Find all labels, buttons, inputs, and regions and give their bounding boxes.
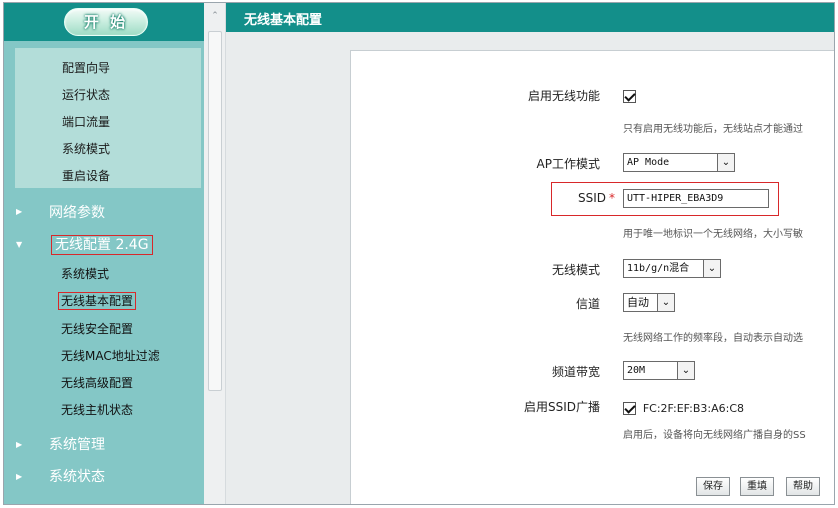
bandwidth-label: 频道带宽 (551, 365, 600, 379)
ssid-input[interactable]: UTT-HIPER_EBA3D9 (623, 189, 769, 208)
triangle-down-icon: ▼ (16, 240, 23, 249)
start-button[interactable]: 开 始 (64, 8, 148, 36)
save-button[interactable]: 保存 (696, 477, 730, 496)
chevron-up-icon[interactable]: ⌃ (208, 9, 222, 23)
sidebar-item-wireless-advanced[interactable]: 无线高级配置 (61, 374, 133, 391)
channel-select[interactable]: 自动 ⌄ (623, 293, 675, 315)
menu-item-reboot-device[interactable]: 重启设备 (62, 167, 110, 184)
bandwidth-value: 20M (627, 365, 646, 376)
nav-group-system-status-label: 系统状态 (49, 469, 105, 485)
enable-wireless-checkbox[interactable] (623, 89, 636, 103)
nav-group-system-status[interactable]: 系统状态 (49, 466, 105, 486)
wireless-mode-label: 无线模式 (551, 263, 600, 277)
router-admin-window: 开 始 配置向导 运行状态 端口流量 系统模式 重启设备 ▶ 网络参数 ▼ 无线… (3, 2, 835, 505)
sidebar-item-wireless-security[interactable]: 无线安全配置 (61, 320, 133, 337)
reset-button[interactable]: 重填 (740, 477, 774, 496)
triangle-right-icon: ▶ (16, 472, 23, 481)
nav-group-system-mgmt[interactable]: 系统管理 (49, 434, 105, 454)
sidebar-item-wireless-basic[interactable]: 无线基本配置 (58, 292, 137, 310)
triangle-right-icon: ▶ (16, 207, 23, 216)
nav-group-system-mgmt-label: 系统管理 (49, 437, 105, 453)
ssid-label-text: SSID (577, 191, 606, 205)
start-bar: 开 始 (4, 3, 204, 41)
sidebar: 开 始 配置向导 运行状态 端口流量 系统模式 重启设备 ▶ 网络参数 ▼ 无线… (4, 3, 204, 504)
nav-group-wireless-label: 无线配置 2.4G (51, 235, 153, 255)
scrollbar-thumb[interactable] (208, 31, 222, 391)
title-bar: 无线基本配置 (226, 3, 834, 32)
chevron-down-icon: ⌄ (717, 154, 734, 171)
nav-group-wireless[interactable]: 无线配置 2.4G (51, 234, 153, 255)
wireless-mode-value: 11b/g/n混合 (627, 263, 690, 274)
help-button[interactable]: 帮助 (786, 477, 820, 496)
wireless-mode-select[interactable]: 11b/g/n混合 ⌄ (623, 259, 721, 281)
ssid-broadcast-mac: FC:2F:EF:B3:A6:C8 (642, 402, 745, 415)
menu-item-system-mode[interactable]: 系统模式 (62, 140, 110, 157)
channel-hint: 无线网络工作的频率段，自动表示自动选 (623, 333, 803, 344)
chevron-down-icon: ⌄ (703, 260, 720, 277)
nav-group-network[interactable]: 网络参数 (49, 202, 105, 222)
ssid-broadcast-hint: 启用后，设备将向无线网络广播自身的SS (623, 430, 806, 441)
sidebar-item-system-mode[interactable]: 系统模式 (61, 265, 109, 282)
required-mark: * (609, 191, 615, 205)
sidebar-item-mac-filter[interactable]: 无线MAC地址过滤 (61, 347, 160, 364)
page-title: 无线基本配置 (244, 13, 323, 28)
ap-mode-label: AP工作模式 (536, 157, 600, 171)
chevron-down-icon: ⌄ (657, 294, 674, 311)
ssid-hint: 用于唯一地标识一个无线网络，大小写敏 (623, 229, 803, 240)
sidebar-scrollbar[interactable]: ⌃ (204, 3, 226, 504)
menu-item-port-traffic[interactable]: 端口流量 (62, 113, 110, 130)
quick-menu: 配置向导 运行状态 端口流量 系统模式 重启设备 (15, 48, 201, 188)
bandwidth-select[interactable]: 20M ⌄ (623, 361, 695, 383)
ap-mode-select[interactable]: AP Mode ⌄ (623, 153, 735, 175)
ssid-broadcast-checkbox[interactable]: FC:2F:EF:B3:A6:C8 (623, 401, 744, 415)
ssid-label: SSID * (578, 191, 615, 205)
triangle-right-icon: ▶ (16, 440, 23, 449)
ssid-broadcast-label: 启用SSID广播 (523, 400, 600, 414)
ap-mode-value: AP Mode (627, 157, 670, 168)
channel-label: 信道 (575, 297, 600, 311)
menu-item-setup-wizard[interactable]: 配置向导 (62, 59, 110, 76)
enable-wireless-hint: 只有启用无线功能后，无线站点才能通过 (623, 124, 803, 135)
chevron-down-icon: ⌄ (677, 362, 694, 379)
channel-value: 自动 (627, 296, 649, 309)
main-area: 无线基本配置 启用无线功能 只有启用无线功能后，无线站点才能通过 AP工作模式 … (226, 3, 834, 504)
sidebar-item-wireless-basic-label: 无线基本配置 (58, 292, 137, 310)
settings-form: 启用无线功能 只有启用无线功能后，无线站点才能通过 AP工作模式 AP Mode… (350, 50, 834, 504)
sidebar-item-wireless-hosts[interactable]: 无线主机状态 (61, 401, 133, 418)
menu-item-running-status[interactable]: 运行状态 (62, 86, 110, 103)
enable-wireless-label: 启用无线功能 (527, 89, 600, 103)
nav-group-network-label: 网络参数 (49, 205, 105, 221)
